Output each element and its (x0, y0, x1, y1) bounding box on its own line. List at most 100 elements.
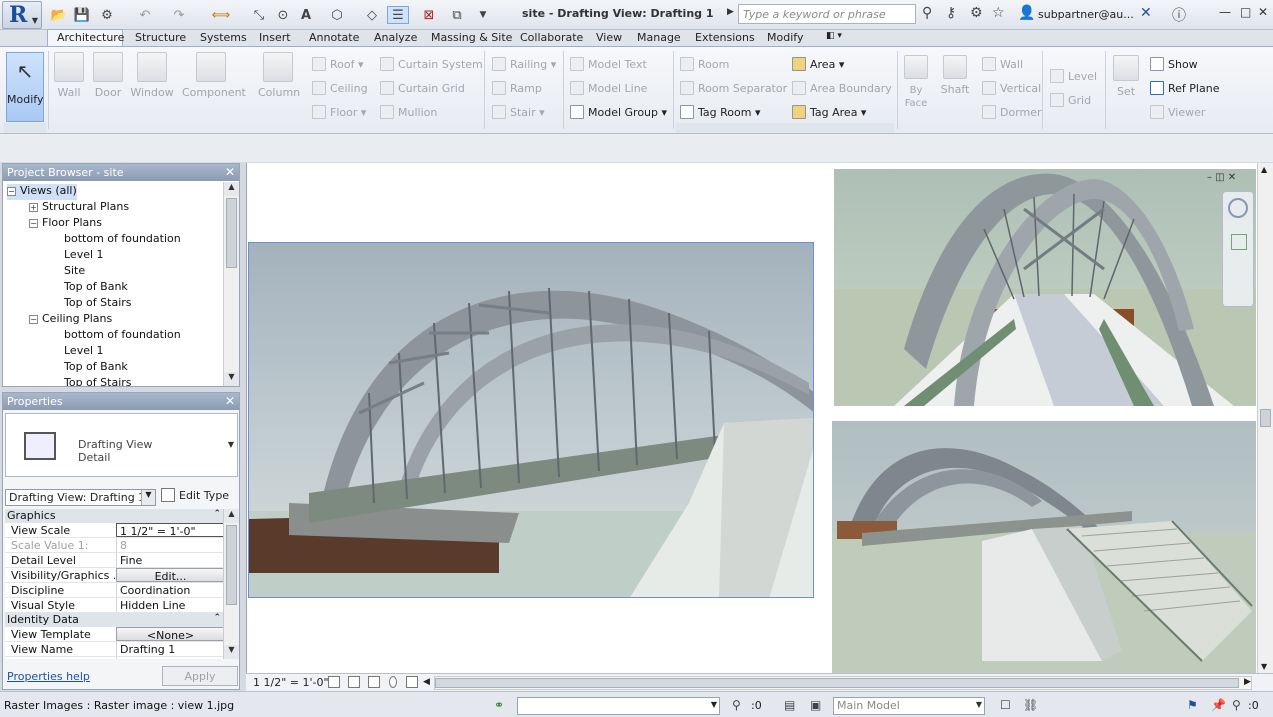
subscription-icon[interactable]: ⚷ (946, 5, 956, 21)
component-button[interactable]: Component (182, 52, 246, 99)
property-value[interactable]: Independent (116, 657, 225, 659)
dormer-button[interactable]: Dormer (982, 105, 1042, 119)
property-row[interactable]: Discipline Coordination (5, 583, 225, 598)
ribbon-minimize-icon[interactable]: ◧ ▾ (826, 30, 856, 46)
scroll-thumb[interactable] (226, 198, 237, 268)
ceiling-button[interactable]: Ceiling (312, 81, 368, 95)
close-icon[interactable]: ✕ (1258, 5, 1268, 19)
curtain-grid-button[interactable]: Curtain Grid (380, 81, 465, 95)
user-icon[interactable]: 👤 (1018, 5, 1035, 21)
collapse-icon[interactable]: − (7, 187, 16, 196)
scroll-down-icon[interactable]: ▼ (1261, 662, 1267, 671)
canvas-horizontal-scrollbar[interactable] (434, 676, 1252, 690)
tab-annotate[interactable]: Annotate (309, 30, 359, 46)
scroll-up-icon[interactable]: ▲ (1261, 165, 1267, 174)
property-value[interactable]: Fine (116, 553, 225, 567)
door-button[interactable]: Door (92, 52, 124, 99)
tree-item[interactable]: + Structural Plans (29, 200, 129, 216)
open-icon[interactable]: 📂 (50, 6, 68, 24)
scroll-thumb[interactable] (435, 678, 1239, 688)
property-button[interactable]: <None> (116, 627, 225, 641)
tab-analyze[interactable]: Analyze (374, 30, 417, 46)
canvas-vertical-scrollbar[interactable]: ▲ ▼ (1257, 163, 1273, 673)
show-workplane-button[interactable]: Show (1150, 57, 1198, 71)
active-workset-dropdown[interactable]: ▼ (517, 697, 720, 715)
customize-qat-icon[interactable]: ▼ (476, 6, 490, 24)
railing-button[interactable]: Railing ▾ (492, 57, 556, 71)
vertical-opening-button[interactable]: Vertical (982, 81, 1041, 95)
properties-scrollbar[interactable]: ▲ ▼ (223, 509, 239, 659)
property-row[interactable]: View Template <None> (5, 627, 225, 642)
tree-item[interactable]: Top of Stairs (51, 296, 132, 312)
scroll-down-icon[interactable]: ▼ (224, 372, 239, 386)
exchange-icon[interactable]: ✕ (1140, 5, 1152, 21)
crop-view-icon[interactable] (406, 676, 418, 688)
model-text-button[interactable]: Model Text (570, 57, 647, 71)
search-input[interactable]: Type a keyword or phrase (738, 4, 916, 24)
property-row[interactable]: Scale Value 1: 8 (5, 538, 225, 553)
editing-requests-icon[interactable]: ⚲ (732, 698, 741, 712)
text-icon[interactable]: A (297, 6, 315, 24)
raster-image-bridge-deck[interactable]: – ◫ ✕ (834, 169, 1256, 406)
model-line-button[interactable]: Model Line (570, 81, 647, 95)
communication-icon[interactable]: ⚙ (970, 5, 983, 21)
property-row[interactable]: Visual Style Hidden Line (5, 598, 225, 613)
aligned-dimension-icon[interactable]: ⤡ (250, 6, 268, 24)
shaft-button[interactable]: Shaft (938, 55, 972, 96)
detail-level-icon[interactable] (328, 676, 340, 688)
temporary-hide-icon[interactable] (368, 676, 380, 688)
collapse-icon[interactable]: − (29, 219, 38, 228)
tab-modify[interactable]: Modify (767, 30, 803, 46)
tree-item[interactable]: − Ceiling Plans (29, 312, 112, 328)
level-button[interactable]: Level (1050, 69, 1097, 83)
set-workplane-button[interactable]: Set (1111, 55, 1141, 98)
binoculars-icon[interactable]: ⚲ (922, 5, 932, 21)
tab-collaborate[interactable]: Collaborate (520, 30, 583, 46)
ref-plane-button[interactable]: Ref Plane (1150, 81, 1219, 95)
3d-view-icon[interactable]: ⬡ (326, 6, 348, 24)
visual-style-icon[interactable] (348, 676, 360, 688)
sync-icon[interactable]: ⚙ (96, 6, 118, 24)
curtain-system-button[interactable]: Curtain System (380, 57, 483, 71)
property-row[interactable]: View Name Drafting 1 (5, 642, 225, 657)
scroll-thumb[interactable] (226, 525, 237, 605)
minimize-icon[interactable]: — (1219, 5, 1231, 19)
tree-item[interactable]: bottom of foundation (51, 232, 181, 248)
tree-item[interactable]: Level 1 (51, 248, 104, 264)
select-panel-bar[interactable] (4, 123, 46, 133)
viewport-window-controls[interactable]: – ◫ ✕ (1207, 172, 1236, 183)
category-graphics[interactable]: Graphics ⌃ (5, 509, 225, 523)
tab-systems[interactable]: Systems (200, 30, 247, 46)
tag-area-button[interactable]: Tag Area ▾ (792, 105, 866, 119)
expand-icon[interactable]: + (29, 203, 38, 212)
tree-item[interactable]: Top of Bank (51, 360, 128, 376)
property-button[interactable]: Edit... (116, 568, 225, 582)
property-row[interactable]: Detail Level Fine (5, 553, 225, 568)
tree-item[interactable]: Top of Bank (51, 280, 128, 296)
property-row[interactable]: DependencyIndependent (5, 657, 225, 659)
scroll-up-icon[interactable]: ▲ (224, 509, 239, 523)
thin-lines-icon[interactable]: ☰ (387, 6, 409, 24)
raster-image-bridge-stairs[interactable] (832, 421, 1256, 673)
design-option-set-icon[interactable]: ▣ (810, 698, 821, 712)
wall-button[interactable]: Wall (54, 52, 84, 99)
project-browser-scrollbar[interactable]: ▲ ▼ (223, 182, 239, 386)
show-hidden-icon[interactable] (389, 676, 397, 688)
close-icon[interactable]: ✕ (225, 394, 235, 408)
filter-icon[interactable]: ⚲ (1232, 698, 1241, 712)
undo-icon[interactable]: ↶ (134, 6, 156, 24)
type-selector[interactable]: Drafting View Detail ▼ (5, 413, 238, 477)
model-group-button[interactable]: Model Group ▾ (570, 105, 667, 119)
tree-item[interactable]: Site (51, 264, 85, 280)
user-signin[interactable]: subpartner@au... (1038, 8, 1134, 21)
wall-opening-button[interactable]: Wall (982, 57, 1023, 71)
property-value[interactable]: Coordination (116, 583, 225, 597)
ramp-button[interactable]: Ramp (492, 81, 542, 95)
instance-filter-dropdown[interactable]: Drafting View: Drafting 1 ▼ (5, 489, 156, 506)
scroll-down-icon[interactable]: ▼ (224, 645, 239, 659)
tree-item[interactable]: Level 1 (51, 344, 104, 360)
area-boundary-button[interactable]: Area Boundary (792, 81, 892, 95)
zoom-icon[interactable] (1231, 234, 1247, 250)
room-separator-button[interactable]: Room Separator (680, 81, 787, 95)
viewer-button[interactable]: Viewer (1150, 105, 1205, 119)
